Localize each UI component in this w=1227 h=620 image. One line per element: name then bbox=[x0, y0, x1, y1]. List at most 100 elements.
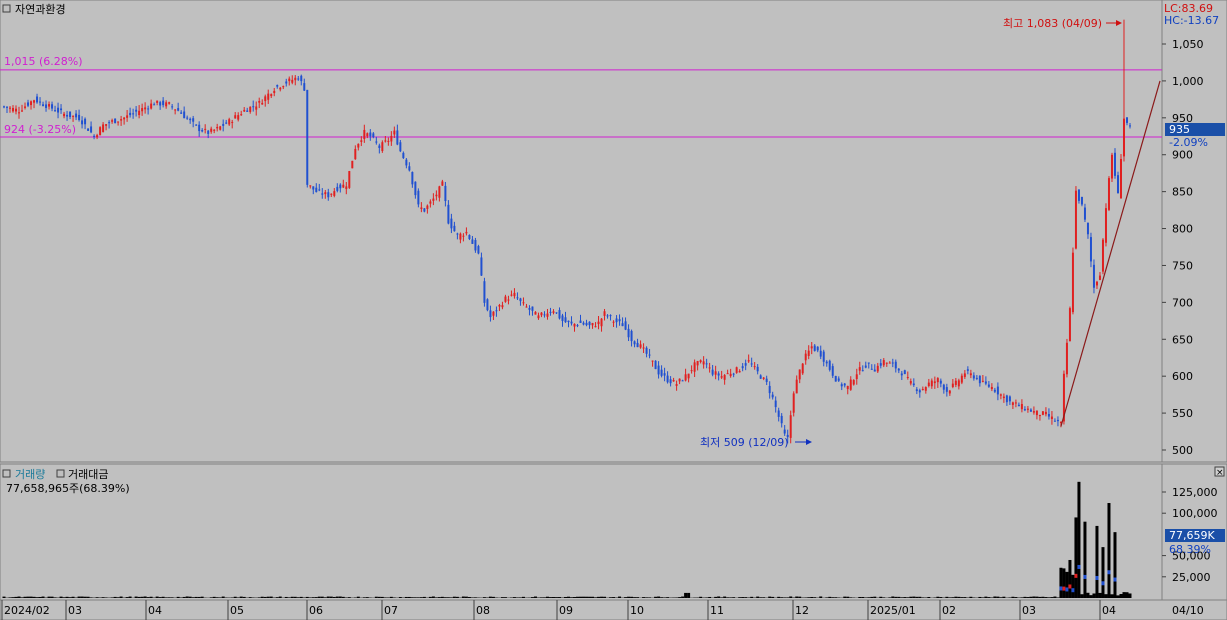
volume-tick-label: 100,000 bbox=[1172, 507, 1218, 520]
candle-body bbox=[336, 186, 339, 191]
candle-body bbox=[582, 322, 585, 325]
candle-body bbox=[837, 378, 840, 381]
volume-bar bbox=[488, 596, 492, 598]
volume-bar bbox=[269, 596, 273, 598]
candle-body bbox=[717, 373, 720, 376]
volume-bar bbox=[999, 597, 1003, 598]
candle-body bbox=[1065, 342, 1068, 375]
candle-body bbox=[330, 193, 333, 195]
volume-bar bbox=[897, 596, 901, 598]
volume-bar bbox=[1107, 503, 1111, 598]
candle-body bbox=[531, 306, 534, 311]
candle-body bbox=[402, 152, 405, 159]
x-tick-label: 04 bbox=[1102, 604, 1116, 617]
price-tick-label: 800 bbox=[1172, 223, 1193, 236]
candle-body bbox=[123, 117, 126, 120]
candle-body bbox=[144, 107, 147, 110]
candle-body bbox=[57, 107, 60, 113]
tab-volume[interactable]: 거래량 bbox=[15, 468, 45, 481]
volume-bar bbox=[579, 596, 583, 598]
volume-bar bbox=[215, 597, 219, 598]
candle-body bbox=[939, 380, 942, 384]
x-tick-label: 04/10 bbox=[1172, 604, 1204, 617]
volume-bar bbox=[311, 597, 315, 598]
candle-body bbox=[486, 299, 489, 311]
volume-bar bbox=[594, 597, 598, 598]
candle-body bbox=[300, 75, 303, 82]
stock-title: 자연과환경 bbox=[15, 3, 66, 16]
candle-body bbox=[282, 86, 285, 88]
volume-bar bbox=[795, 596, 799, 598]
volume-bar bbox=[648, 597, 652, 598]
volume-bar bbox=[413, 597, 417, 598]
candle-body bbox=[765, 378, 768, 382]
candle-body bbox=[891, 362, 894, 364]
volume-bar bbox=[410, 597, 414, 598]
candle-body bbox=[954, 380, 957, 385]
volume-bar-cap bbox=[1077, 564, 1081, 569]
candle-body bbox=[72, 115, 75, 117]
candle-body bbox=[258, 100, 261, 103]
volume-bar bbox=[386, 597, 390, 598]
volume-bar bbox=[1008, 597, 1012, 598]
candle-body bbox=[270, 94, 273, 97]
volume-panel bbox=[0, 463, 1163, 601]
candle-body bbox=[687, 373, 690, 379]
volume-bar bbox=[515, 597, 519, 598]
candle-body bbox=[960, 375, 963, 383]
volume-bar bbox=[780, 597, 784, 598]
volume-bar bbox=[29, 596, 33, 598]
candle-body bbox=[237, 115, 240, 120]
candle-body bbox=[177, 108, 180, 111]
x-tick-label: 03 bbox=[1022, 604, 1036, 617]
candle-body bbox=[546, 313, 549, 317]
volume-bar bbox=[539, 597, 543, 598]
volume-bar bbox=[95, 597, 99, 598]
candle-body bbox=[909, 381, 912, 384]
x-tick-label: 2025/01 bbox=[870, 604, 916, 617]
min-annotation: 최저 509 (12/09) bbox=[700, 436, 789, 449]
candle-body bbox=[66, 114, 69, 117]
candle-body bbox=[762, 377, 765, 379]
candle-body bbox=[729, 373, 732, 377]
candle-body bbox=[264, 96, 267, 102]
volume-bar bbox=[915, 596, 919, 598]
candle-body bbox=[87, 128, 90, 131]
volume-bar bbox=[113, 596, 117, 598]
candle-body bbox=[564, 317, 567, 323]
candle-body bbox=[450, 218, 453, 229]
volume-bar bbox=[891, 596, 895, 598]
volume-bar bbox=[1071, 574, 1075, 598]
candle-body bbox=[699, 360, 702, 363]
candle-body bbox=[567, 320, 570, 323]
volume-bar bbox=[53, 597, 57, 598]
volume-bar bbox=[128, 596, 132, 598]
price-tick-label: 850 bbox=[1172, 186, 1193, 199]
candle-body bbox=[9, 107, 12, 109]
volume-bar bbox=[209, 597, 213, 598]
chart-canvas: 1,0501,000950900850800750700650600550500… bbox=[0, 0, 1227, 620]
price-tick-label: 600 bbox=[1172, 370, 1193, 383]
tab-amount[interactable]: 거래대금 bbox=[68, 468, 108, 481]
volume-bar-cap bbox=[1062, 586, 1066, 591]
candle-body bbox=[438, 186, 441, 198]
volume-bar bbox=[1128, 593, 1132, 598]
candle-body bbox=[165, 102, 168, 107]
candle-body bbox=[102, 124, 105, 132]
candle-body bbox=[840, 384, 843, 387]
volume-bar bbox=[675, 597, 679, 598]
volume-bar bbox=[530, 597, 534, 598]
candle-body bbox=[279, 87, 282, 90]
volume-bar bbox=[825, 597, 829, 598]
candle-body bbox=[333, 191, 336, 196]
candle-body bbox=[381, 142, 384, 152]
candle-body bbox=[651, 360, 654, 362]
volume-bar bbox=[570, 597, 574, 598]
candle-body bbox=[756, 366, 759, 372]
candle-body bbox=[183, 111, 186, 119]
volume-bar bbox=[461, 596, 465, 598]
candle-body bbox=[60, 108, 63, 111]
lower-line-label: 924 (-3.25%) bbox=[4, 123, 76, 136]
volume-bar bbox=[23, 596, 27, 598]
candle-body bbox=[1089, 237, 1092, 262]
